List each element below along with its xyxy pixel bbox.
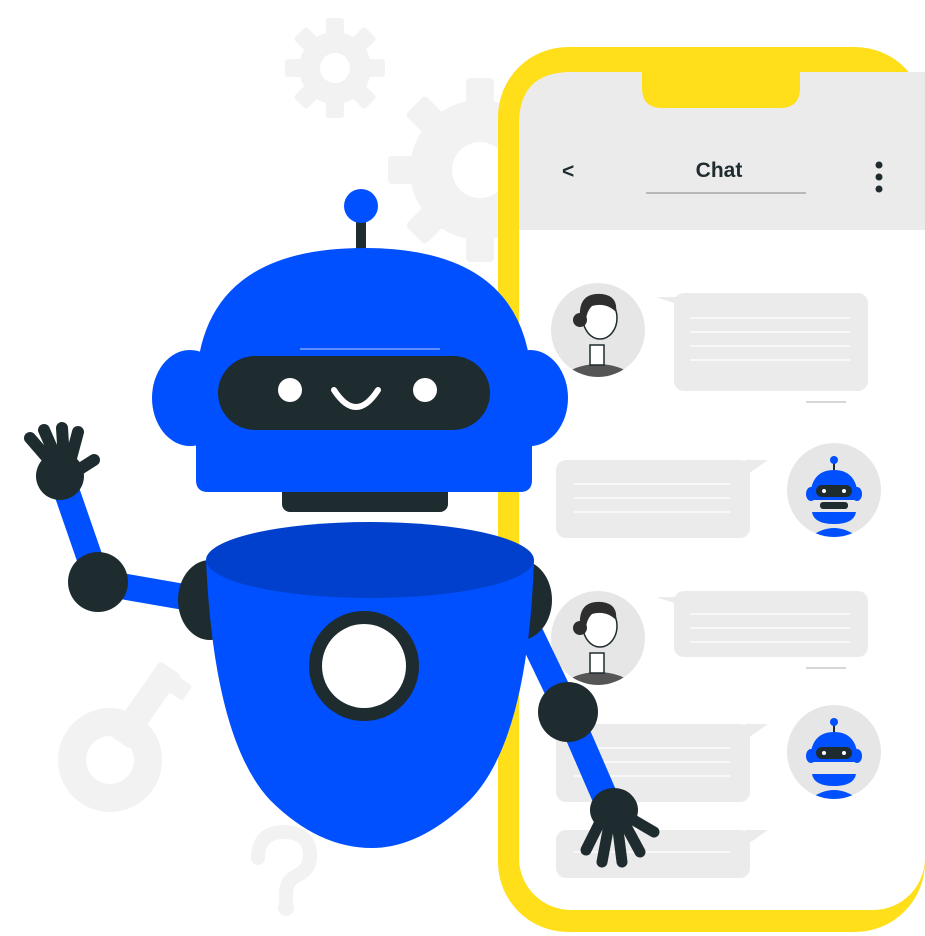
- robot-elbow: [68, 552, 128, 612]
- question-mark-icon: [251, 824, 318, 916]
- back-icon[interactable]: <: [562, 160, 574, 183]
- kebab-menu-icon[interactable]: [875, 161, 883, 193]
- message-bubble: [674, 293, 868, 391]
- bot-avatar: [787, 443, 881, 537]
- robot-body-top: [206, 522, 534, 598]
- robot-left-arm: [24, 422, 203, 612]
- key-icon: [58, 662, 192, 812]
- robot-elbow: [538, 682, 598, 742]
- message-bubble: [674, 591, 868, 657]
- phone: < Chat: [498, 47, 925, 932]
- robot-eye-right: [413, 378, 437, 402]
- phone-notch: [642, 47, 800, 108]
- chat-title: Chat: [696, 159, 743, 182]
- robot-eye-left: [278, 378, 302, 402]
- message-bubble: [556, 460, 750, 538]
- chatbot-illustration: < Chat: [24, 18, 925, 932]
- bot-avatar: [787, 705, 881, 799]
- gear-icon: [285, 18, 385, 118]
- robot-visor: [218, 356, 490, 430]
